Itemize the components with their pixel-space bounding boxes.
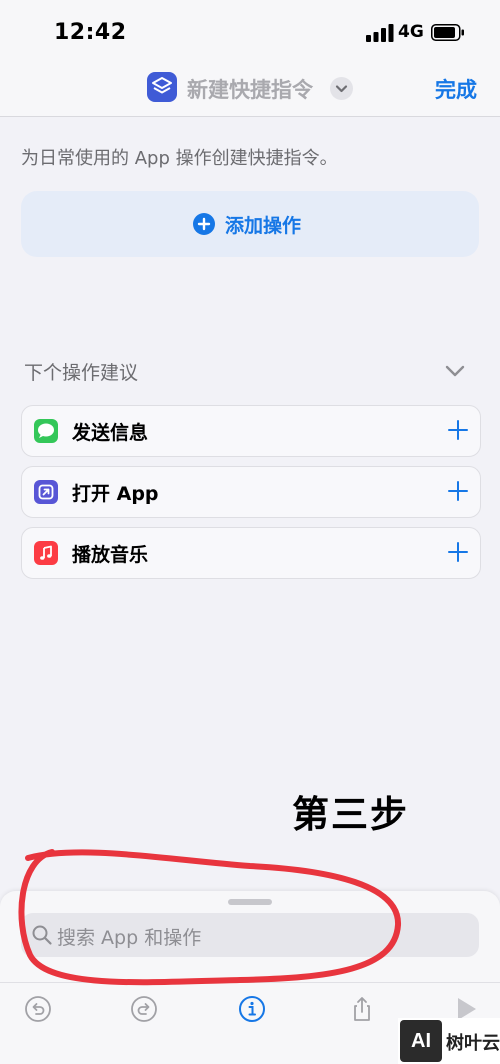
info-icon[interactable]	[238, 995, 266, 1023]
music-icon	[34, 541, 58, 565]
suggestion-label: 发送信息	[72, 422, 149, 444]
suggestions-title: 下个操作建议	[24, 362, 139, 384]
battery-icon	[431, 24, 464, 41]
suggestion-label: 打开 App	[72, 483, 159, 505]
shortcut-app-icon[interactable]	[147, 72, 177, 102]
open-app-icon	[34, 480, 58, 504]
hint-text: 为日常使用的 App 操作创建快捷指令。	[21, 148, 338, 169]
add-action-label: 添加操作	[225, 215, 302, 237]
watermark: AI 树叶云	[398, 1018, 500, 1064]
plus-icon[interactable]	[446, 479, 470, 503]
plus-icon[interactable]	[446, 540, 470, 564]
signal-icon	[366, 24, 394, 42]
watermark-logo: AI	[400, 1020, 442, 1062]
suggestion-label: 播放音乐	[72, 544, 149, 566]
chevron-down-icon	[335, 85, 348, 93]
status-time: 12:42	[54, 20, 127, 45]
done-button[interactable]: 完成	[435, 74, 477, 104]
share-icon[interactable]	[348, 995, 376, 1023]
title-menu-button[interactable]	[330, 77, 353, 100]
plus-circle-icon	[193, 213, 215, 235]
undo-icon[interactable]	[24, 995, 52, 1023]
suggestion-play-music[interactable]: 播放音乐	[21, 527, 481, 579]
chevron-down-icon[interactable]	[444, 362, 466, 380]
plus-icon[interactable]	[446, 418, 470, 442]
red-circle-annotation	[18, 849, 402, 986]
suggestion-send-message[interactable]: 发送信息	[21, 405, 481, 457]
watermark-text: 树叶云	[446, 1033, 500, 1054]
redo-icon[interactable]	[130, 995, 158, 1023]
network-type: 4G	[398, 22, 424, 42]
shortcut-title[interactable]: 新建快捷指令	[187, 74, 313, 104]
layers-icon	[152, 77, 172, 94]
suggestion-open-app[interactable]: 打开 App	[21, 466, 481, 518]
messages-icon	[34, 419, 58, 443]
